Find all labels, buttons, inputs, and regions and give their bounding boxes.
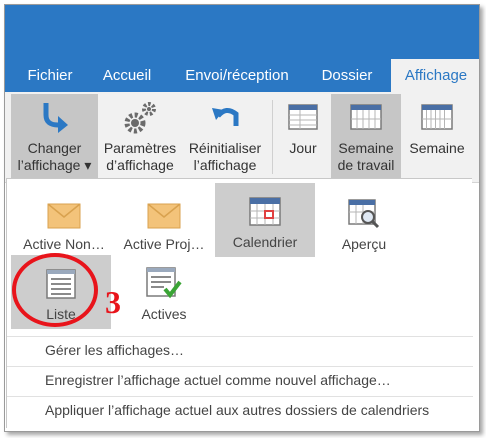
apply-view-command[interactable]: Appliquer l’affichage actuel aux autres … (7, 396, 473, 422)
day-view-button[interactable]: Jour (277, 94, 329, 182)
tab-accueil[interactable]: Accueil (93, 59, 161, 92)
view-active-non[interactable]: Active Non… (15, 185, 113, 257)
apply-view-label: Appliquer l’affichage actuel aux autres … (45, 402, 430, 418)
manage-views-label: Gérer les affichages… (45, 342, 185, 358)
callout-circle (12, 253, 98, 327)
change-view-button[interactable]: Changer l’affichage ▾ (11, 94, 98, 182)
work-week-label-2: de travail (337, 157, 395, 173)
tab-dossier[interactable]: Dossier (311, 59, 383, 92)
view-active-non-label: Active Non… (23, 236, 105, 252)
reset-view-button[interactable]: Réinitialiser l’affichage (183, 94, 267, 182)
calendar-icon (249, 197, 281, 226)
preview-icon (348, 199, 380, 229)
manage-views-command[interactable]: Gérer les affichages… (7, 336, 473, 362)
change-view-label-1: Changer (27, 140, 82, 156)
view-settings-button[interactable]: Paramètres d’affichage (99, 94, 181, 182)
view-settings-label-1: Paramètres (103, 140, 177, 156)
calendar-week-icon (421, 104, 453, 130)
list-check-icon (146, 267, 182, 299)
view-actives[interactable]: Actives (115, 255, 213, 327)
week-view-button[interactable]: Semaine (403, 94, 471, 182)
reset-view-label-1: Réinitialiser (188, 140, 262, 156)
save-view-label: Enregistrer l’affichage actuel comme nou… (45, 372, 391, 388)
tab-envoi-reception[interactable]: Envoi/réception (177, 59, 297, 92)
ribbon-affichage: Changer l’affichage ▾ Paramètres d’affic… (5, 92, 479, 183)
view-active-proj[interactable]: Active Proj… (115, 185, 213, 257)
change-view-icon (43, 103, 68, 133)
view-actives-label: Actives (141, 306, 187, 322)
view-calendrier[interactable]: Calendrier (215, 183, 315, 257)
view-apercu[interactable]: Aperçu (315, 185, 413, 257)
callout-number: 3 (105, 284, 121, 320)
change-view-label-2: l’affichage ▾ (17, 157, 92, 173)
ribbon-tabs: Fichier Accueil Envoi/réception Dossier … (5, 59, 479, 92)
view-settings-label-2: d’affichage (106, 157, 174, 173)
tab-fichier[interactable]: Fichier (15, 59, 85, 92)
envelope-icon (47, 203, 81, 229)
week-view-label: Semaine (409, 140, 465, 156)
save-view-command[interactable]: Enregistrer l’affichage actuel comme nou… (7, 366, 473, 392)
calendar-work-week-icon (350, 104, 382, 130)
reset-view-label-2: l’affichage (193, 157, 257, 173)
view-calendrier-label: Calendrier (232, 234, 298, 250)
day-view-label: Jour (289, 140, 317, 156)
title-bar (5, 5, 479, 59)
work-week-label-1: Semaine (338, 140, 394, 156)
calendar-day-icon (288, 104, 318, 130)
tab-affichage[interactable]: Affichage (391, 59, 479, 92)
ribbon-separator (272, 100, 273, 174)
work-week-button[interactable]: Semaine de travail (331, 94, 401, 182)
envelope-icon (147, 203, 181, 229)
gear-icon (124, 102, 156, 134)
view-apercu-label: Aperçu (341, 236, 387, 252)
undo-icon (212, 108, 239, 126)
view-active-proj-label: Active Proj… (123, 236, 205, 252)
